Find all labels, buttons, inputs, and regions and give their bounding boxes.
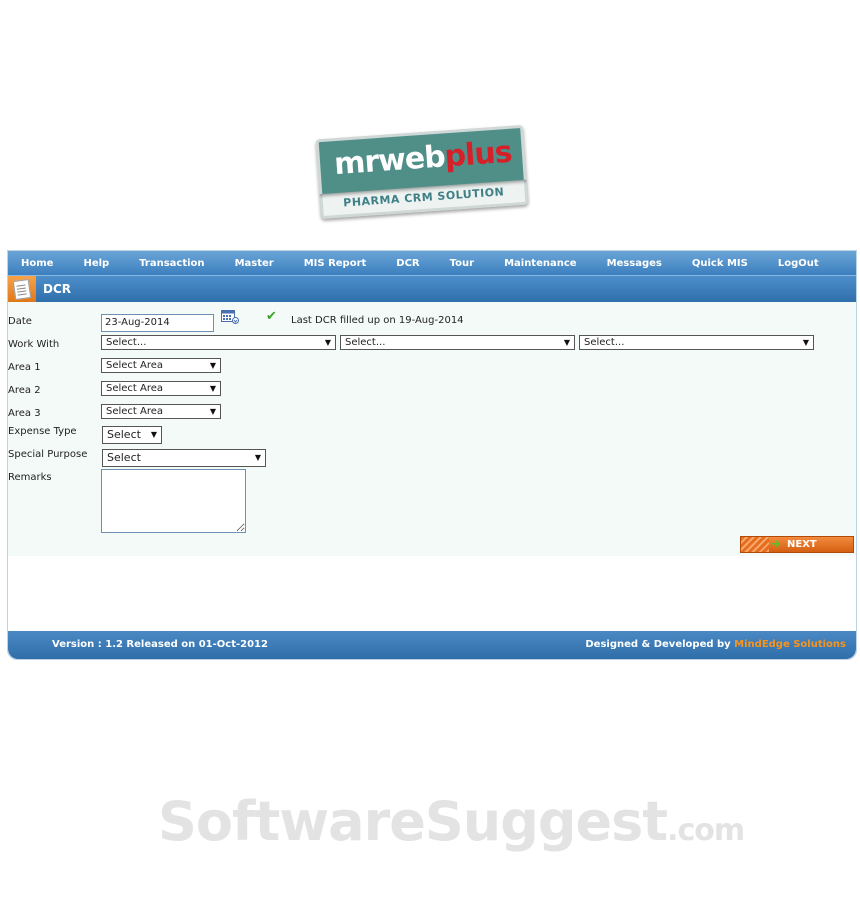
area-2-label: Area 2 <box>8 385 41 396</box>
menu-item-messages[interactable]: Messages <box>594 258 662 269</box>
remarks-textarea[interactable] <box>101 469 246 533</box>
special-purpose-label: Special Purpose <box>8 449 88 460</box>
area-1-label: Area 1 <box>8 362 41 373</box>
special-purpose-select[interactable]: Select ▼ <box>102 449 266 467</box>
menu-item-help[interactable]: Help <box>70 258 109 269</box>
check-icon: ✔ <box>266 309 277 324</box>
page-header: DCR <box>8 275 856 302</box>
dropdown-arrow-icon: ▼ <box>209 361 216 370</box>
calendar-icon[interactable] <box>221 310 239 324</box>
area-3-label: Area 3 <box>8 408 41 419</box>
dropdown-arrow-icon: ▼ <box>254 453 261 462</box>
main-menu: Home Help Transaction Master MIS Report … <box>8 251 856 275</box>
page-title: DCR <box>43 282 72 296</box>
menu-item-transaction[interactable]: Transaction <box>126 258 204 269</box>
version-info: Version : 1.2 Released on 01-Oct-2012 <box>52 639 268 650</box>
developer-link[interactable]: MindEdge Solutions <box>734 639 846 650</box>
logo-brand-accent: plus <box>443 134 513 175</box>
date-input[interactable]: 23-Aug-2014 <box>101 314 214 332</box>
dropdown-arrow-icon: ▼ <box>150 430 157 439</box>
menu-item-mis-report[interactable]: MIS Report <box>291 258 367 269</box>
menu-item-master[interactable]: Master <box>222 258 274 269</box>
arrow-right-icon: ➜ <box>770 537 781 552</box>
developer-credit: Designed & Developed by MindEdge Solutio… <box>585 639 846 650</box>
menu-item-logout[interactable]: LogOut <box>765 258 819 269</box>
notepad-icon <box>8 276 36 302</box>
expense-type-label: Expense Type <box>8 426 77 437</box>
work-with-select-3[interactable]: Select... ▼ <box>579 335 814 350</box>
watermark: SoftwareSuggest.com <box>158 790 745 853</box>
work-with-select-1[interactable]: Select... ▼ <box>101 335 336 350</box>
app-frame: Home Help Transaction Master MIS Report … <box>7 250 857 660</box>
date-label: Date <box>8 316 32 327</box>
work-with-label: Work With <box>8 339 60 350</box>
menu-item-tour[interactable]: Tour <box>437 258 474 269</box>
menu-item-home[interactable]: Home <box>8 258 53 269</box>
menu-item-maintenance[interactable]: Maintenance <box>491 258 577 269</box>
work-with-select-2[interactable]: Select... ▼ <box>340 335 575 350</box>
brand-logo: mrwebplus PHARMA CRM SOLUTION <box>315 124 529 220</box>
logo-brand-main: mrweb <box>333 139 446 183</box>
menu-item-dcr[interactable]: DCR <box>383 258 419 269</box>
remarks-label: Remarks <box>8 472 52 483</box>
footer: Version : 1.2 Released on 01-Oct-2012 De… <box>8 631 856 659</box>
dropdown-arrow-icon: ▼ <box>324 338 331 347</box>
dropdown-arrow-icon: ▼ <box>563 338 570 347</box>
dropdown-arrow-icon: ▼ <box>802 338 809 347</box>
menu-item-quick-mis[interactable]: Quick MIS <box>679 258 748 269</box>
area-3-select[interactable]: Select Area ▼ <box>101 404 221 419</box>
dropdown-arrow-icon: ▼ <box>209 407 216 416</box>
area-2-select[interactable]: Select Area ▼ <box>101 381 221 396</box>
next-button[interactable]: ➜ NEXT <box>740 536 854 553</box>
area-1-select[interactable]: Select Area ▼ <box>101 358 221 373</box>
last-dcr-status: Last DCR filled up on 19-Aug-2014 <box>291 315 464 326</box>
expense-type-select[interactable]: Select ▼ <box>102 426 162 444</box>
dropdown-arrow-icon: ▼ <box>209 384 216 393</box>
